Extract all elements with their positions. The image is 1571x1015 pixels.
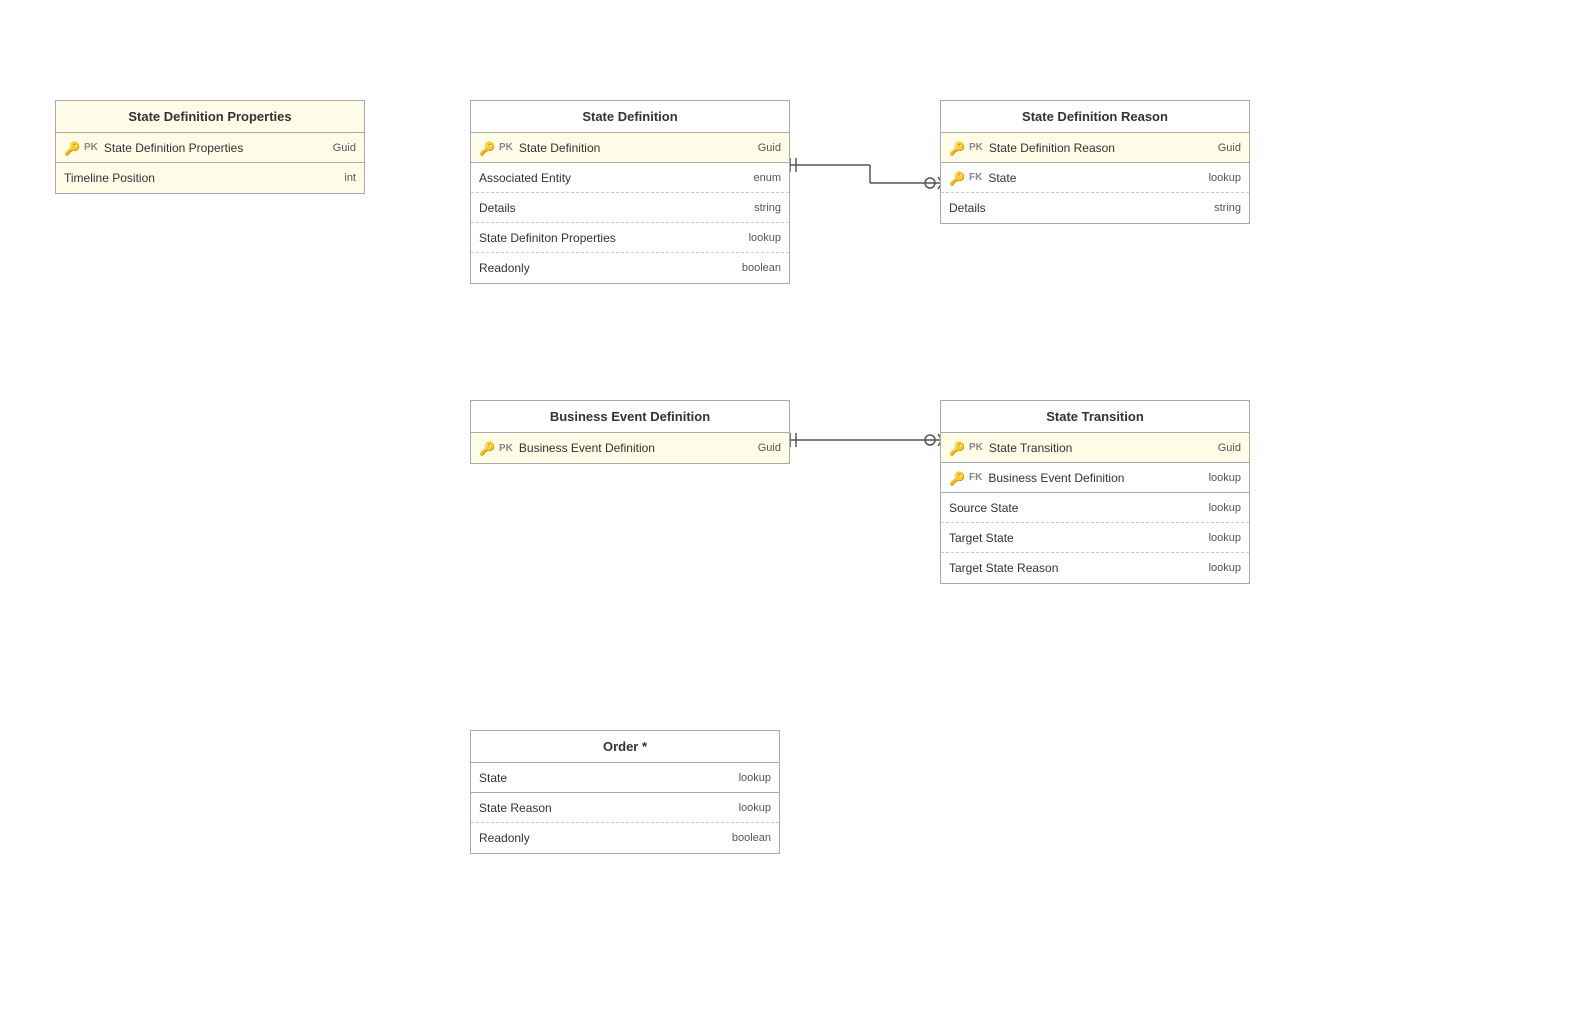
table-header-state-transition: State Transition	[941, 401, 1249, 433]
table-row: Details string	[471, 193, 789, 223]
pk-icon: 🔑	[949, 441, 963, 455]
table-order: Order * State lookup State Reason lookup…	[470, 730, 780, 854]
table-row: 🔑 FK State lookup	[941, 163, 1249, 193]
table-row: Details string	[941, 193, 1249, 223]
table-header-state-def: State Definition	[471, 101, 789, 133]
table-state-def-reason: State Definition Reason 🔑 PK State Defin…	[940, 100, 1250, 224]
table-row: 🔑 PK State Definition Guid	[471, 133, 789, 163]
diagram-canvas: State Definition Properties 🔑 PK State D…	[0, 0, 1571, 1015]
table-row: 🔑 FK Business Event Definition lookup	[941, 463, 1249, 493]
table-state-transition: State Transition 🔑 PK State Transition G…	[940, 400, 1250, 584]
table-row: Associated Entity enum	[471, 163, 789, 193]
table-row: Timeline Position int	[56, 163, 364, 193]
table-state-def-props: State Definition Properties 🔑 PK State D…	[55, 100, 365, 194]
table-row: State Reason lookup	[471, 793, 779, 823]
table-header-order: Order *	[471, 731, 779, 763]
table-row: State lookup	[471, 763, 779, 793]
table-business-event-def: Business Event Definition 🔑 PK Business …	[470, 400, 790, 464]
pk-icon: 🔑	[949, 141, 963, 155]
fk-icon: 🔑	[949, 471, 963, 485]
pk-icon: 🔑	[479, 141, 493, 155]
table-row: Target State lookup	[941, 523, 1249, 553]
table-row: Readonly boolean	[471, 253, 789, 283]
table-row: 🔑 PK State Definition Reason Guid	[941, 133, 1249, 163]
fk-icon: 🔑	[949, 171, 963, 185]
table-state-def: State Definition 🔑 PK State Definition G…	[470, 100, 790, 284]
pk-icon: 🔑	[479, 441, 493, 455]
table-row: Readonly boolean	[471, 823, 779, 853]
table-header-state-def-props: State Definition Properties	[56, 101, 364, 133]
table-row: Source State lookup	[941, 493, 1249, 523]
table-row: 🔑 PK Business Event Definition Guid	[471, 433, 789, 463]
table-header-state-def-reason: State Definition Reason	[941, 101, 1249, 133]
table-row: Target State Reason lookup	[941, 553, 1249, 583]
table-row: 🔑 PK State Transition Guid	[941, 433, 1249, 463]
pk-icon: 🔑	[64, 141, 78, 155]
table-header-business-event-def: Business Event Definition	[471, 401, 789, 433]
table-row: 🔑 PK State Definition Properties Guid	[56, 133, 364, 163]
table-row: State Definiton Properties lookup	[471, 223, 789, 253]
